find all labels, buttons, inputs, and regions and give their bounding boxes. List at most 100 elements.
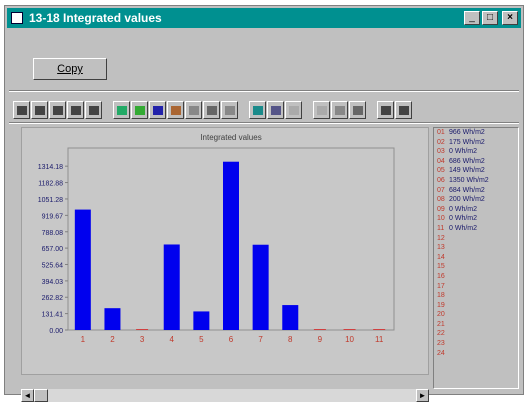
list-item[interactable]: 14 [434,253,518,263]
values-list[interactable]: 01 966 Wh/m2 02 175 Wh/m2 03 0 Wh/m2 04 686 Wh/… [433,127,519,389]
app-icon [11,12,23,24]
3d-toggle-button[interactable] [221,101,238,119]
bar [282,305,299,330]
chart-title: Integrated values [200,133,261,142]
list-item[interactable]: 01 966 Wh/m2 [434,128,518,138]
bar [252,244,269,330]
list-item[interactable]: 12 [434,234,518,244]
print-icon [34,105,45,115]
list-item-value: 0 Wh/m2 [449,205,478,213]
export-button[interactable] [49,101,66,119]
list-item[interactable]: 02 175 Wh/m2 [434,138,518,148]
y-tick-label: 657.00 [42,246,64,253]
list-item[interactable]: 15 [434,262,518,272]
window-title: 13-18 Integrated values [29,11,162,25]
maximize-button[interactable]: □ [482,11,498,25]
x-tick-label: 8 [288,335,293,344]
list-item-index: 06 [437,176,445,184]
y-tick-label: 1182.88 [38,181,63,188]
bar [223,161,239,330]
integrated-values-window: 13-18 Integrated values _ □ × Copy Integ… [4,5,524,402]
close-button[interactable]: × [502,11,518,25]
list-item[interactable]: 10 0 Wh/m2 [434,214,518,224]
list-item[interactable]: 16 [434,272,518,282]
list-item[interactable]: 04 686 Wh/m2 [434,157,518,167]
list-item-index: 20 [437,311,445,319]
cut-button[interactable] [67,101,84,119]
list-item[interactable]: 21 [434,320,518,330]
bar [104,308,121,330]
list-item[interactable]: 06 1350 Wh/m2 [434,176,518,186]
list-item[interactable]: 19 [434,301,518,311]
x-tick-label: 6 [229,335,234,344]
legend-icon [316,105,327,115]
y-tick-label: 788.08 [42,230,64,237]
list-item-value: 175 Wh/m2 [449,138,485,146]
area-chart-icon [116,105,127,115]
table-button[interactable] [331,101,348,119]
list-item[interactable]: 24 [434,349,518,359]
list-item-index: 22 [437,330,445,338]
list-item[interactable]: 23 [434,339,518,349]
save-icon [16,105,27,115]
title-bar[interactable]: 13-18 Integrated values _ □ × [7,8,521,28]
bar-chart-button[interactable] [149,101,166,119]
save-button[interactable] [13,101,30,119]
list-item-value: 1350 Wh/m2 [449,176,489,184]
y-tick-label: 525.64 [42,262,64,269]
copy-button[interactable] [85,101,102,119]
y-tick-label: 131.41 [42,312,64,319]
list-item[interactable]: 20 [434,310,518,320]
list-item-index: 07 [437,186,445,194]
print-button[interactable] [31,101,48,119]
list-item[interactable]: 07 684 Wh/m2 [434,186,518,196]
zoom-icon [352,105,363,115]
color-icon [252,105,263,115]
list-item[interactable]: 13 [434,243,518,253]
zoom-button[interactable] [349,101,366,119]
line-chart-button[interactable] [131,101,148,119]
list-item[interactable]: 18 [434,291,518,301]
step-chart-icon [188,105,199,115]
grid-button[interactable] [285,101,302,119]
list-item-index: 16 [437,272,445,280]
color-button[interactable] [249,101,266,119]
y-tick-label: 1314.18 [38,164,63,171]
list-item-index: 15 [437,263,445,271]
list-item-index: 04 [437,157,445,165]
list-item-value: 149 Wh/m2 [449,167,485,175]
list-item-value: 200 Wh/m2 [449,196,485,204]
scroll-thumb[interactable] [34,389,48,402]
pie-chart-button[interactable] [167,101,184,119]
list-item[interactable]: 11 0 Wh/m2 [434,224,518,234]
list-item-index: 12 [437,234,445,242]
copy-button-label: Copy [57,63,83,75]
list-item[interactable]: 08 200 Wh/m2 [434,195,518,205]
list-item-index: 21 [437,320,445,328]
list-item[interactable]: 17 [434,282,518,292]
help-button[interactable] [377,101,394,119]
separator [9,122,519,124]
list-item[interactable]: 22 [434,329,518,339]
x-tick-label: 11 [375,335,384,344]
list-item[interactable]: 09 0 Wh/m2 [434,205,518,215]
bar-chart: Integrated values1314.181182.881051.2891… [38,133,395,344]
font-button[interactable] [267,101,284,119]
bar [163,244,180,330]
step-chart-button[interactable] [185,101,202,119]
scroll-left-button[interactable]: ◄ [21,389,34,402]
point-chart-button[interactable] [203,101,220,119]
copy-button[interactable]: Copy [33,58,107,80]
bar [193,311,210,330]
horizontal-scrollbar[interactable]: ◄ ► [21,389,429,402]
area-chart-button[interactable] [113,101,130,119]
legend-button[interactable] [313,101,330,119]
pointer-button[interactable] [395,101,412,119]
list-item[interactable]: 05 149 Wh/m2 [434,166,518,176]
scroll-right-button[interactable]: ► [416,389,429,402]
list-item-value: 0 Wh/m2 [449,224,478,232]
minimize-button[interactable]: _ [464,11,480,25]
list-item[interactable]: 03 0 Wh/m2 [434,147,518,157]
list-item-index: 08 [437,196,445,204]
help-icon [380,105,391,115]
